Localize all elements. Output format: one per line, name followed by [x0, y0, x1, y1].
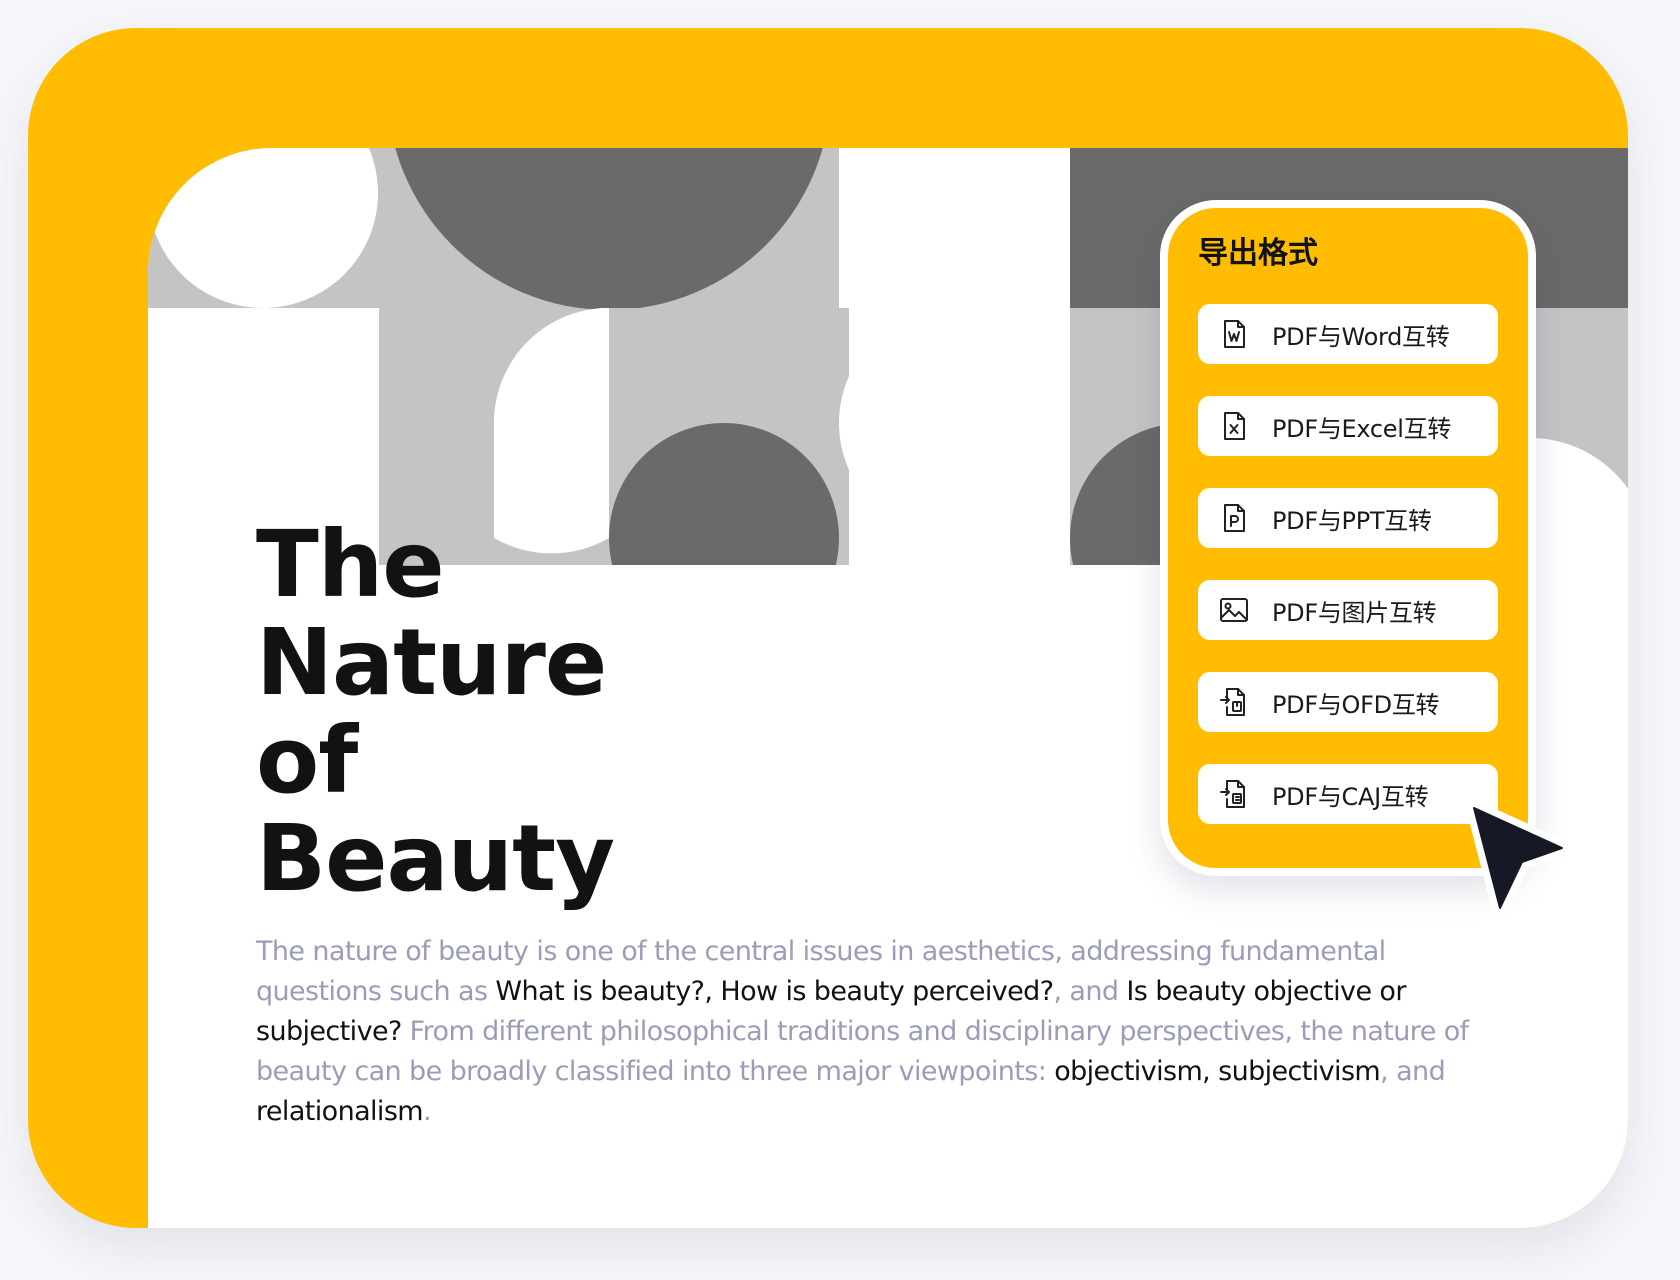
export-option-label: PDF与CAJ互转	[1272, 782, 1429, 811]
export-option-label: PDF与Word互转	[1272, 322, 1450, 351]
export-option-caj[interactable]: PDF与CAJ互转	[1198, 764, 1498, 824]
mouse-pointer-icon	[1466, 800, 1570, 916]
export-option-label: PDF与OFD互转	[1272, 690, 1440, 719]
export-panel-title: 导出格式	[1198, 236, 1318, 271]
article-title: The Nature of Beauty	[256, 511, 615, 912]
export-option-excel[interactable]: PDF与Excel互转	[1198, 396, 1498, 456]
title-line-1: The	[256, 511, 445, 618]
title-line-2: Nature	[256, 609, 607, 716]
export-format-panel: 导出格式 PDF与Word互转 PDF与Excel互转 PDF与PPT互转 PD…	[1160, 200, 1536, 876]
ppt-file-icon	[1218, 502, 1250, 534]
ofd-file-icon	[1218, 686, 1250, 718]
body-highlight-4: relationalism	[256, 1096, 424, 1127]
title-line-3: of	[256, 707, 358, 814]
body-text-2: , and	[1053, 976, 1127, 1007]
export-option-label: PDF与Excel互转	[1272, 414, 1452, 443]
export-option-image[interactable]: PDF与图片互转	[1198, 580, 1498, 640]
excel-file-icon	[1218, 410, 1250, 442]
word-file-icon	[1218, 318, 1250, 350]
body-text-5: .	[423, 1096, 432, 1127]
export-option-ofd[interactable]: PDF与OFD互转	[1198, 672, 1498, 732]
article-body: The nature of beauty is one of the centr…	[256, 932, 1486, 1132]
export-format-panel-body: 导出格式 PDF与Word互转 PDF与Excel互转 PDF与PPT互转 PD…	[1168, 208, 1528, 868]
image-icon	[1218, 594, 1250, 626]
export-option-label: PDF与PPT互转	[1272, 506, 1432, 535]
export-option-label: PDF与图片互转	[1272, 598, 1437, 627]
body-highlight-1: What is beauty?, How is beauty perceived…	[495, 976, 1054, 1007]
title-line-4: Beauty	[256, 805, 615, 912]
body-highlight-3: objectivism, subjectivism	[1054, 1056, 1381, 1087]
export-option-word[interactable]: PDF与Word互转	[1198, 304, 1498, 364]
export-option-ppt[interactable]: PDF与PPT互转	[1198, 488, 1498, 548]
caj-file-icon	[1218, 778, 1250, 810]
body-text-4: , and	[1380, 1056, 1446, 1087]
export-options-list: PDF与Word互转 PDF与Excel互转 PDF与PPT互转 PDF与图片互…	[1198, 304, 1498, 856]
